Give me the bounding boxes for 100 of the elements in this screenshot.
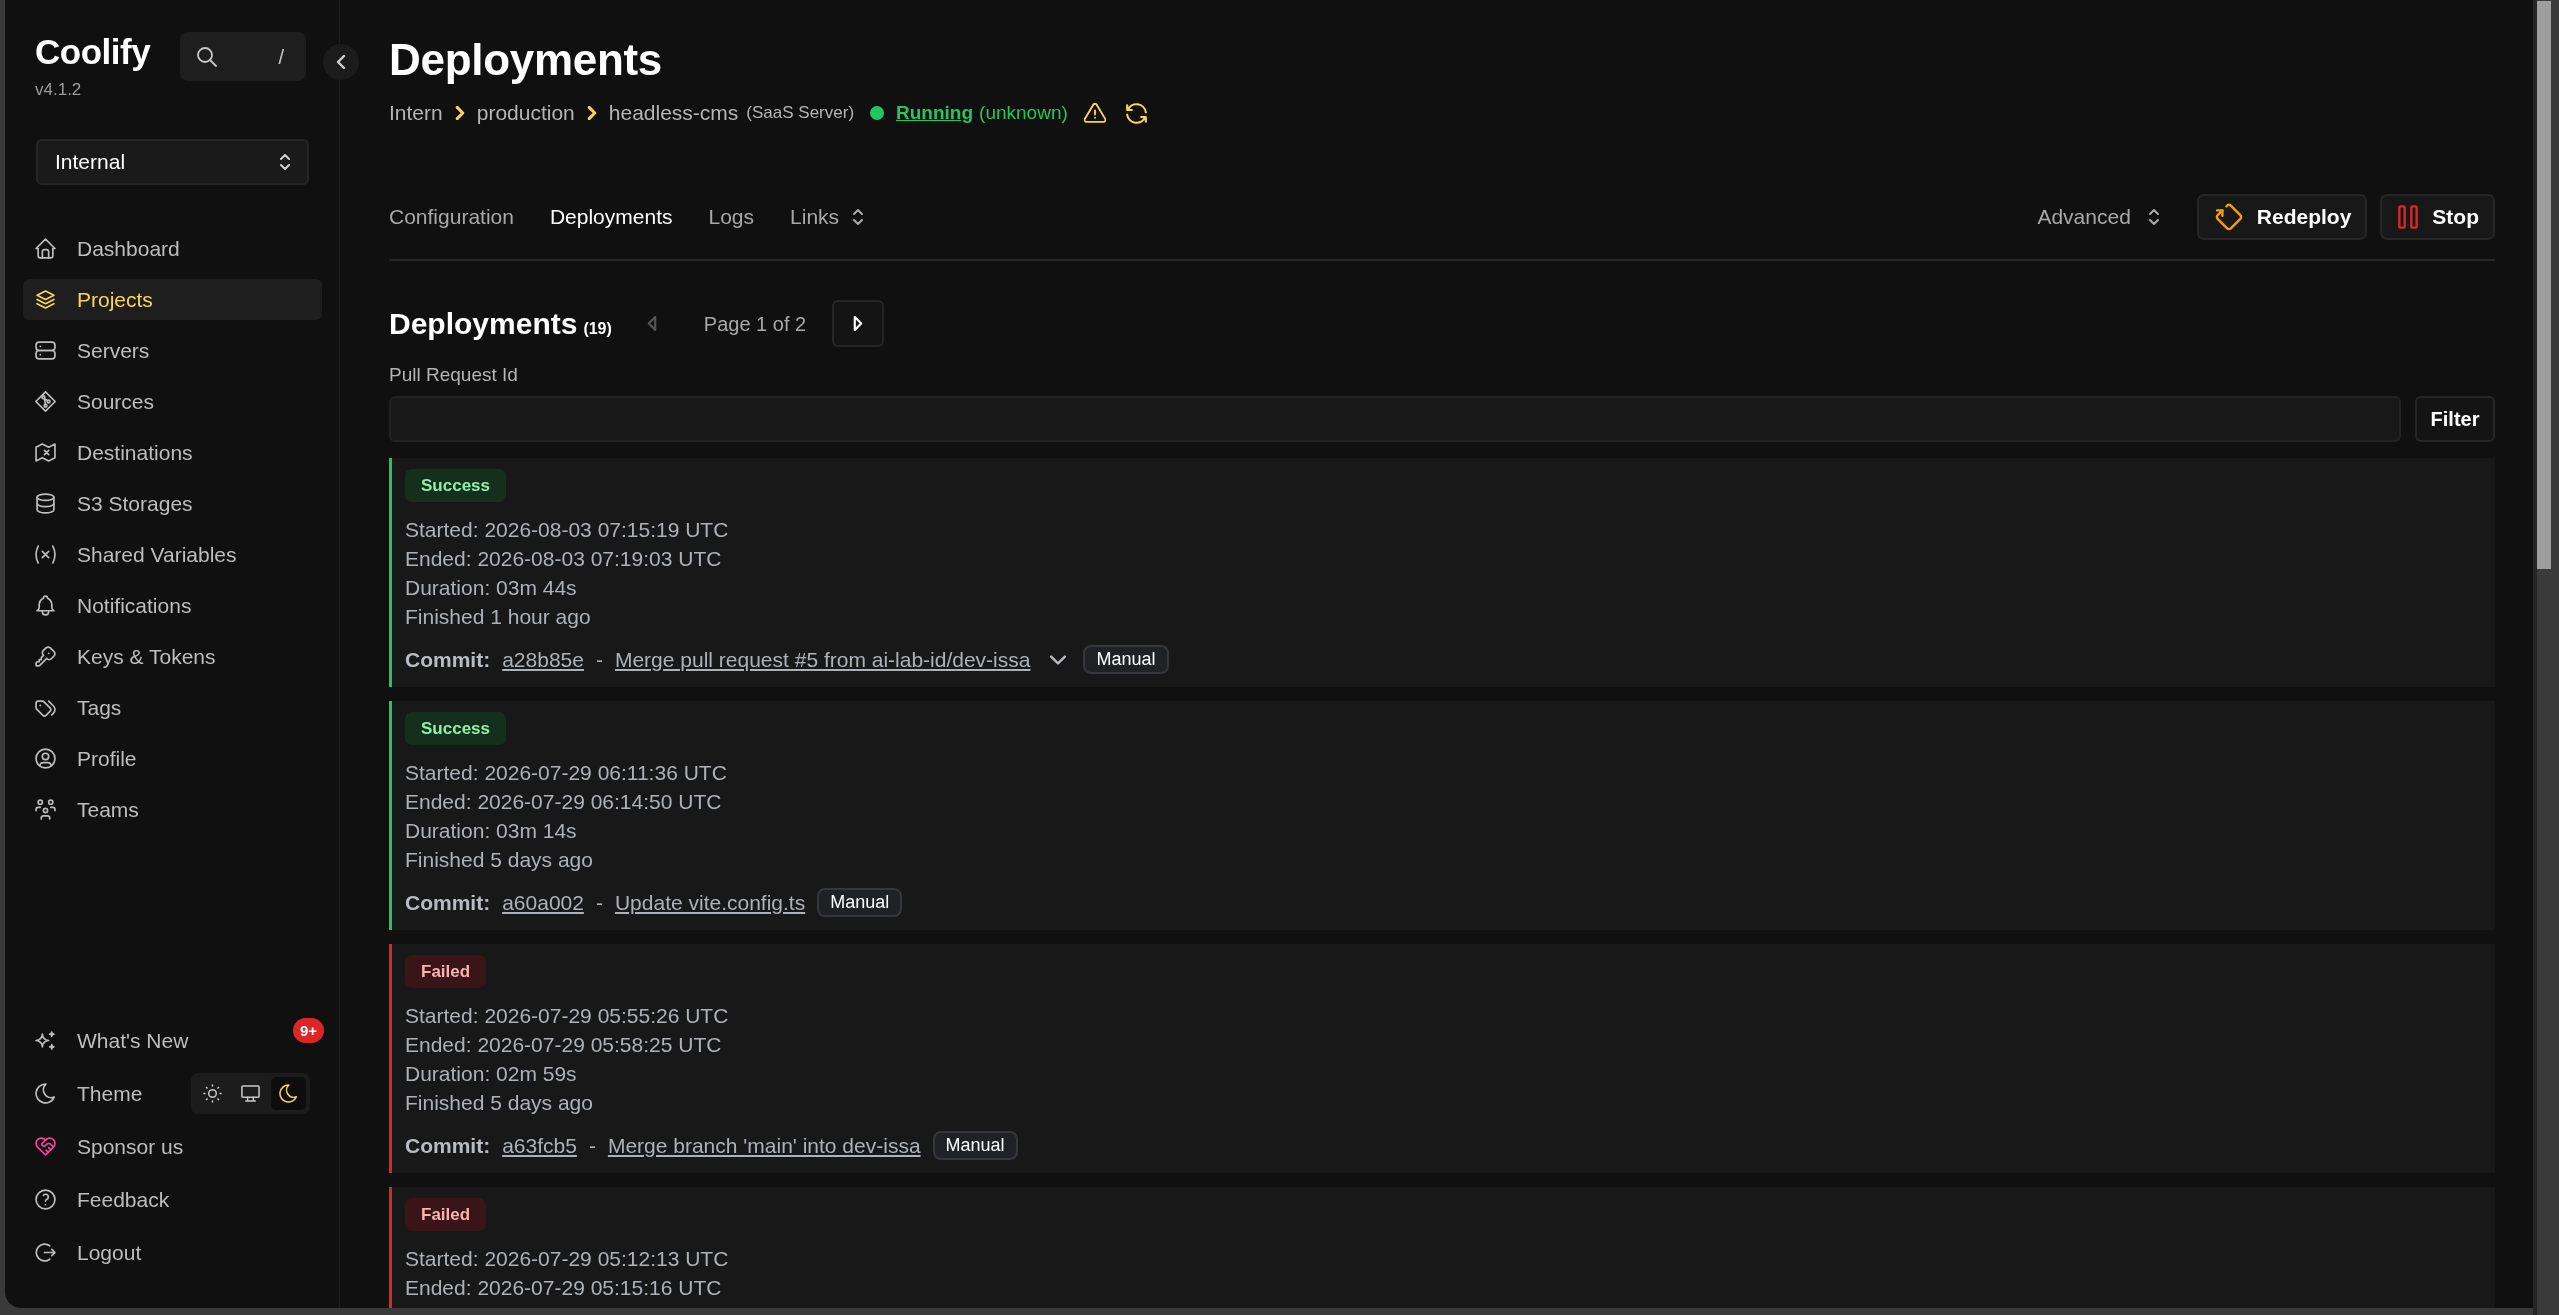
nav-item[interactable]: Feedback [23, 1179, 322, 1220]
version-text: v4.1.2 [35, 79, 83, 101]
nav-item[interactable]: Destinations [23, 432, 322, 473]
tab[interactable]: Links [790, 201, 866, 233]
duration-text: Duration: 03m 44s [405, 575, 577, 601]
filter-button[interactable]: Filter [2415, 396, 2495, 442]
team-select[interactable]: Internal [36, 139, 309, 185]
breadcrumb-link[interactable]: production [476, 97, 575, 129]
commit-message-link[interactable]: Merge pull request #5 from ai-lab-id/dev-issa [614, 643, 1031, 676]
caret-left-icon [646, 316, 657, 331]
ended-text: Ended: 2026-07-29 05:58:25 UTC [405, 1032, 722, 1058]
nav-item[interactable]: Logout [23, 1232, 322, 1273]
page-title: Deployments [389, 34, 662, 86]
chevron-down-icon[interactable] [1050, 654, 1067, 665]
pause-icon [2398, 205, 2419, 229]
finished-text: Finished 1 hour ago [405, 604, 591, 630]
separator-text: - [588, 1132, 596, 1159]
finished-text: Finished 5 days ago [405, 847, 593, 873]
chevron-right-icon [586, 106, 597, 120]
started-text: Started: 2026-07-29 05:55:26 UTC [405, 1003, 729, 1029]
tab[interactable]: Deployments [549, 201, 673, 233]
nav-item[interactable]: Sources [23, 381, 322, 422]
sun-icon [203, 1084, 222, 1103]
duration-text: Duration: 02m 59s [405, 1061, 577, 1087]
nav-item[interactable]: Servers [23, 330, 322, 371]
search-button[interactable]: / [180, 32, 306, 81]
nav-item[interactable]: Teams [23, 789, 322, 830]
help-icon [35, 1189, 56, 1210]
commit-label: Commit: [405, 1132, 491, 1159]
status-badge: Success [405, 469, 506, 502]
warning-icon [1083, 103, 1106, 123]
status-badge: Success [405, 712, 506, 745]
users-icon [35, 799, 56, 820]
trigger-badge: Manual [1083, 645, 1169, 674]
collapse-button[interactable] [323, 44, 359, 80]
theme-option-button[interactable] [271, 1077, 306, 1110]
notification-badge: 9+ [292, 1018, 324, 1043]
search-icon [197, 46, 217, 67]
nav-item[interactable]: Profile [23, 738, 322, 779]
selector-icon [2146, 209, 2161, 225]
tab[interactable]: Logs [708, 201, 755, 233]
commit-message-link[interactable]: Merge branch 'main' into dev-issa [607, 1129, 921, 1162]
selector-icon [277, 154, 293, 170]
status-dot-icon [870, 106, 885, 120]
nav-item[interactable]: Notifications [23, 585, 322, 626]
next-page-button[interactable] [832, 300, 885, 347]
key-icon [35, 646, 56, 667]
breadcrumb-link[interactable]: headless-cms [608, 97, 739, 129]
nav-item[interactable]: Keys & Tokens [23, 636, 322, 677]
sparkles-icon [35, 1030, 56, 1051]
app-logo: Coolify [35, 32, 151, 72]
nav-item[interactable]: Dashboard [23, 228, 322, 269]
logout-icon [35, 1242, 56, 1263]
user-circle-icon [35, 748, 56, 769]
page-indicator-text: Page 1 of 2 [703, 311, 807, 337]
nav-item[interactable]: Projects [23, 279, 322, 320]
commit-label: Commit: [405, 646, 491, 673]
scrollbar-thumb[interactable] [2537, 1, 2551, 569]
nav-item[interactable]: Shared Variables [23, 534, 322, 575]
stop-button[interactable]: Stop [2380, 194, 2495, 240]
rotate-square-icon [2214, 203, 2243, 231]
deployment-count: (19) [583, 318, 612, 339]
commit-message-link[interactable]: Update vite.config.ts [614, 886, 806, 919]
map-icon [35, 442, 56, 463]
commit-hash-link[interactable]: a28b85e [502, 643, 584, 676]
trigger-badge: Manual [817, 888, 903, 917]
commit-hash-link[interactable]: a60a002 [502, 886, 584, 919]
started-text: Started: 2026-07-29 05:12:13 UTC [405, 1246, 729, 1272]
breadcrumb-link[interactable]: Intern [389, 97, 443, 129]
chevron-left-icon [334, 55, 348, 69]
separator-text: - [595, 889, 603, 916]
redeploy-button[interactable]: Redeploy [2196, 194, 2368, 240]
status-badge: Failed [405, 1198, 487, 1231]
commit-label: Commit: [405, 889, 491, 916]
commit-hash-link[interactable]: a63fcb5 [502, 1129, 577, 1162]
refresh-icon[interactable] [1125, 102, 1147, 124]
separator-text: - [595, 646, 603, 673]
monitor-icon [241, 1084, 260, 1103]
moon-icon [35, 1083, 56, 1104]
status-link[interactable]: Running [896, 98, 974, 128]
variable-icon [35, 544, 56, 565]
server-icon [35, 340, 56, 361]
started-text: Started: 2026-07-29 06:11:36 UTC [405, 760, 727, 786]
nav-item[interactable]: What's New 9+ [23, 1020, 322, 1061]
server-text: (SaaS Server) [746, 102, 855, 125]
theme-label: Theme [77, 1080, 143, 1107]
tab[interactable]: Configuration [389, 201, 514, 233]
nav-item[interactable]: Sponsor us [23, 1126, 322, 1167]
duration-text: Duration: 03m 14s [405, 818, 577, 844]
nav-item[interactable]: Tags [23, 687, 322, 728]
caret-right-icon [853, 316, 864, 331]
tag-icon [35, 697, 56, 718]
nav-item[interactable]: S3 Storages [23, 483, 322, 524]
home-icon [35, 238, 56, 259]
layers-icon [35, 289, 56, 310]
section-title: Deployments [389, 305, 578, 342]
branch-icon [35, 391, 56, 412]
advanced-menu-button[interactable]: Advanced [2037, 201, 2161, 233]
trigger-badge: Manual [932, 1131, 1018, 1160]
ended-text: Ended: 2026-08-03 07:19:03 UTC [405, 546, 722, 572]
